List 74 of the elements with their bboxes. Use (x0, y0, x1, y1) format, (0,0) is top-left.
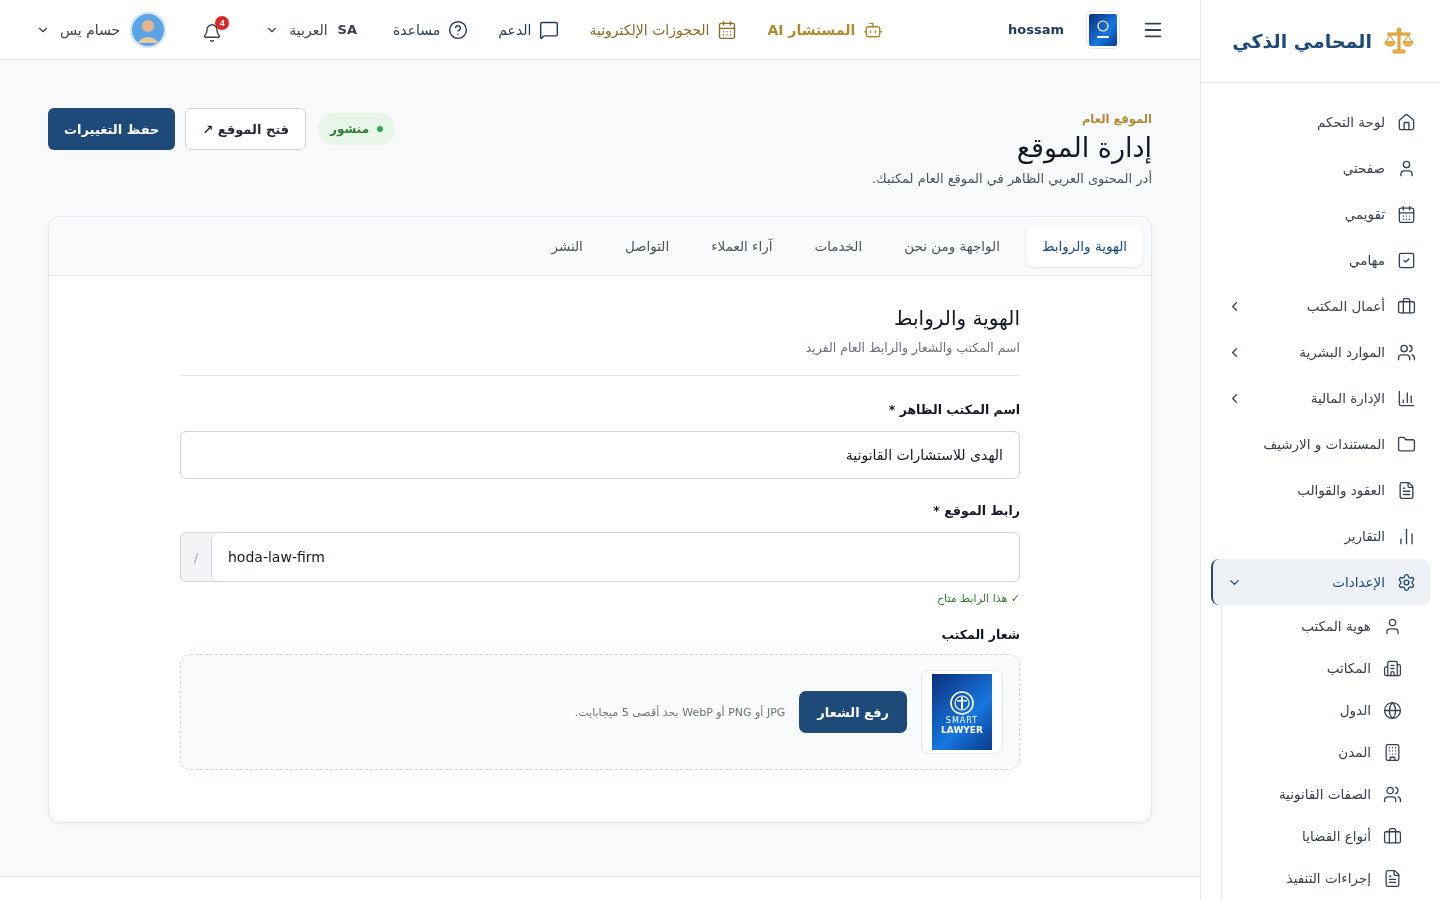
folder-icon (1397, 434, 1416, 454)
sidebar-item[interactable]: التقارير (1211, 513, 1430, 559)
section-subtitle: اسم المكتب والشعار والرابط العام الفريد (804, 340, 1020, 355)
field-label: رابط الموقع * (932, 503, 1020, 518)
sidebar-subitem[interactable]: الدول (1222, 689, 1402, 731)
status-badge: منشور (318, 113, 396, 145)
building-icon (1383, 742, 1402, 762)
home-icon (1397, 112, 1416, 132)
breadcrumb: الموقع العام (1080, 112, 1152, 126)
upload-hint: JPG أو PNG أو WebP بحد أقصى 5 ميجابايت. (574, 705, 786, 719)
calendar-icon (1397, 204, 1416, 224)
sidebar-item[interactable]: العقود والقوالب (1211, 467, 1430, 513)
user-icon (1397, 158, 1416, 178)
top-link[interactable]: الدعم (498, 19, 560, 40)
document-icon (1383, 868, 1402, 888)
tab[interactable]: التواصل (608, 225, 686, 267)
chat-icon (539, 19, 560, 40)
sidebar-subitem[interactable]: إجراءات التنفيذ (1222, 857, 1402, 899)
briefcase-icon (1383, 826, 1402, 846)
avatar[interactable] (130, 11, 167, 48)
availability-hint: ✓ هذا الرابط متاح (935, 592, 1020, 605)
open-site-button[interactable]: فتح الموقع ↗ (185, 108, 307, 150)
users-icon (1383, 784, 1402, 804)
tab[interactable]: آراء العملاء (695, 225, 789, 267)
sidebar-item[interactable]: الإعدادات (1211, 559, 1430, 605)
tab[interactable]: الخدمات (798, 225, 879, 267)
globe-icon (1383, 700, 1402, 720)
tab[interactable]: الواجهة ومن نحن (888, 225, 1016, 267)
logo-preview: SMART LAWYER (932, 674, 992, 750)
help-icon (448, 19, 469, 40)
sidebar-subitem[interactable]: هوية المكتب (1222, 605, 1402, 647)
users-icon (1397, 342, 1416, 362)
bar-chart-icon (1397, 526, 1416, 546)
url-field[interactable]: / hoda-law-firm (180, 532, 1020, 582)
section-title: الهوية والروابط (893, 306, 1020, 330)
upload-button[interactable]: رفع الشعار (799, 691, 907, 733)
user-name: hossam (1008, 22, 1064, 37)
sidebar-subitem[interactable]: أنواع القضايا (1222, 815, 1402, 857)
document-icon (1397, 480, 1416, 500)
checkbox-icon (1397, 250, 1416, 270)
field-label: شعار المكتب (940, 627, 1020, 642)
sidebar-item[interactable]: المستندات و الارشيف (1211, 421, 1430, 467)
sidebar-subitem[interactable]: المدن (1222, 731, 1402, 773)
briefcase-icon (1397, 296, 1416, 316)
sidebar-item[interactable]: تقويمي (1211, 191, 1430, 237)
page-title: إدارة الموقع (1015, 132, 1152, 163)
sidebar-item[interactable]: لوحة التحكم (1211, 99, 1430, 145)
sidebar-item[interactable]: مهامي (1211, 237, 1430, 283)
notification-button[interactable]: 4 (202, 16, 230, 43)
bar-chart-icon (1397, 388, 1416, 408)
sidebar-item[interactable]: الموارد البشرية (1211, 329, 1430, 375)
field-label: اسم المكتب الظاهر * (887, 402, 1020, 417)
top-link[interactable]: مساعدة (393, 19, 469, 40)
sidebar-subitem[interactable]: المكاتب (1222, 647, 1402, 689)
brand-name: المحامي الذكي (1232, 30, 1372, 52)
calendar-icon (717, 19, 738, 40)
sidebar-item[interactable]: أعمال المكتب (1211, 283, 1430, 329)
user-icon (1383, 616, 1402, 636)
user-menu[interactable]: حسام يس (30, 10, 173, 49)
emblem-icon (949, 689, 975, 716)
page-subtitle: أدر المحتوى العربي الظاهر في الموقع العام لمكتبك. (871, 171, 1152, 186)
scales-icon (1384, 27, 1414, 55)
tab[interactable]: الهوية والروابط (1025, 225, 1143, 267)
sidebar-item[interactable]: الإدارة المالية (1211, 375, 1430, 421)
sidebar-subitem[interactable]: الصفات القانونية (1222, 773, 1402, 815)
top-link[interactable]: الحجوزات الإلكترونية (589, 19, 738, 40)
sidebar-item[interactable]: صفحتي (1211, 145, 1430, 191)
notification-count: 4 (215, 16, 230, 30)
logo-icon (1089, 13, 1117, 46)
building-icon (1383, 658, 1402, 678)
tab[interactable]: النشر (535, 225, 599, 267)
input-field[interactable]: الهدى للاستشارات القانونية (180, 431, 1020, 479)
settings-icon (1397, 572, 1416, 592)
save-button[interactable]: حفظ التغييرات (48, 108, 176, 150)
